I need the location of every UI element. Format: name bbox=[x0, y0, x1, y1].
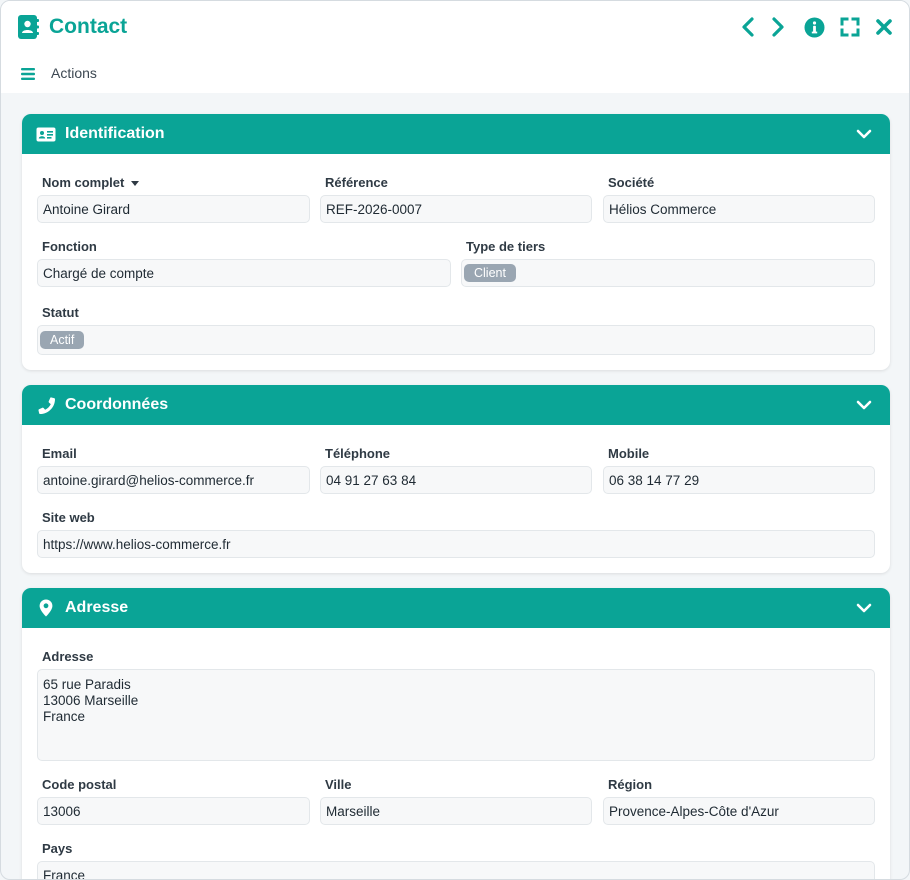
info-icon[interactable] bbox=[803, 15, 825, 39]
ville-label: Ville bbox=[325, 777, 352, 792]
chevron-right-icon[interactable] bbox=[767, 15, 789, 39]
chevron-left-icon[interactable] bbox=[737, 15, 759, 39]
identification-panel: Identification Nom complet Antoine Girar… bbox=[22, 114, 890, 370]
email-label: Email bbox=[42, 446, 77, 461]
coordonnees-title: Coordonnées bbox=[65, 396, 169, 413]
statut-field[interactable]: Actif bbox=[37, 325, 875, 355]
pays-label: Pays bbox=[42, 841, 73, 856]
contact-window: Contact Actions Identification Nom compl… bbox=[0, 0, 910, 880]
phone-icon bbox=[36, 396, 56, 414]
window-title: Contact bbox=[17, 14, 127, 40]
societe-label: Société bbox=[608, 175, 655, 190]
ville-field[interactable]: Marseille bbox=[320, 797, 592, 825]
region-field[interactable]: Provence-Alpes-Côte d'Azur bbox=[603, 797, 875, 825]
type-tiers-tag: Client bbox=[464, 264, 516, 282]
coordonnees-panel: Coordonnées Email antoine.girard@helios-… bbox=[22, 385, 890, 573]
identification-title: Identification bbox=[65, 125, 165, 142]
type-tiers-label: Type de tiers bbox=[466, 239, 546, 254]
reference-label: Référence bbox=[325, 175, 388, 190]
identification-header[interactable]: Identification bbox=[22, 114, 890, 154]
chevron-down-icon[interactable] bbox=[856, 126, 872, 142]
nom-complet-label: Nom complet bbox=[42, 175, 140, 190]
pays-field[interactable]: France bbox=[37, 861, 875, 879]
adresse-label: Adresse bbox=[42, 649, 94, 664]
statut-label: Statut bbox=[42, 305, 79, 320]
caret-down-icon[interactable] bbox=[131, 181, 140, 187]
chevron-down-icon[interactable] bbox=[856, 600, 872, 616]
adresse-title: Adresse bbox=[65, 599, 129, 616]
code-postal-field[interactable]: 13006 bbox=[37, 797, 310, 825]
site-web-field[interactable]: https://www.helios-commerce.fr bbox=[37, 530, 875, 558]
adresse-header[interactable]: Adresse bbox=[22, 588, 890, 628]
nom-complet-field[interactable]: Antoine Girard bbox=[37, 195, 310, 223]
adresse-panel: Adresse Adresse 65 rue Paradis 13006 Mar… bbox=[22, 588, 890, 879]
fonction-field[interactable]: Chargé de compte bbox=[37, 259, 451, 287]
id-card-icon bbox=[36, 125, 56, 143]
region-label: Région bbox=[608, 777, 653, 792]
hamburger-icon[interactable] bbox=[21, 67, 35, 80]
adresse-textarea[interactable]: 65 rue Paradis 13006 Marseille France bbox=[37, 669, 875, 761]
fullscreen-icon[interactable] bbox=[839, 15, 861, 39]
page-title: Contact bbox=[49, 15, 128, 38]
reference-field[interactable]: REF-2026-0007 bbox=[320, 195, 592, 223]
close-icon[interactable] bbox=[873, 15, 895, 39]
map-marker-icon bbox=[36, 599, 56, 617]
actions-button[interactable]: Actions bbox=[51, 65, 97, 81]
code-postal-label: Code postal bbox=[42, 777, 117, 792]
email-field[interactable]: antoine.girard@helios-commerce.fr bbox=[37, 466, 310, 494]
telephone-field[interactable]: 04 91 27 63 84 bbox=[320, 466, 592, 494]
mobile-label: Mobile bbox=[608, 446, 650, 461]
chevron-down-icon[interactable] bbox=[856, 397, 872, 413]
header-bar: Contact Actions bbox=[1, 1, 909, 93]
contact-book-icon bbox=[17, 14, 39, 40]
telephone-label: Téléphone bbox=[325, 446, 391, 461]
window-controls bbox=[737, 15, 895, 39]
status-badge: Actif bbox=[40, 331, 85, 349]
fonction-label: Fonction bbox=[42, 239, 97, 254]
societe-field[interactable]: Hélios Commerce bbox=[603, 195, 875, 223]
mobile-field[interactable]: 06 38 14 77 29 bbox=[603, 466, 875, 494]
type-tiers-field[interactable]: Client bbox=[461, 259, 875, 287]
site-web-label: Site web bbox=[42, 510, 95, 525]
coordonnees-header[interactable]: Coordonnées bbox=[22, 385, 890, 425]
actions-menu: Actions bbox=[21, 65, 97, 81]
